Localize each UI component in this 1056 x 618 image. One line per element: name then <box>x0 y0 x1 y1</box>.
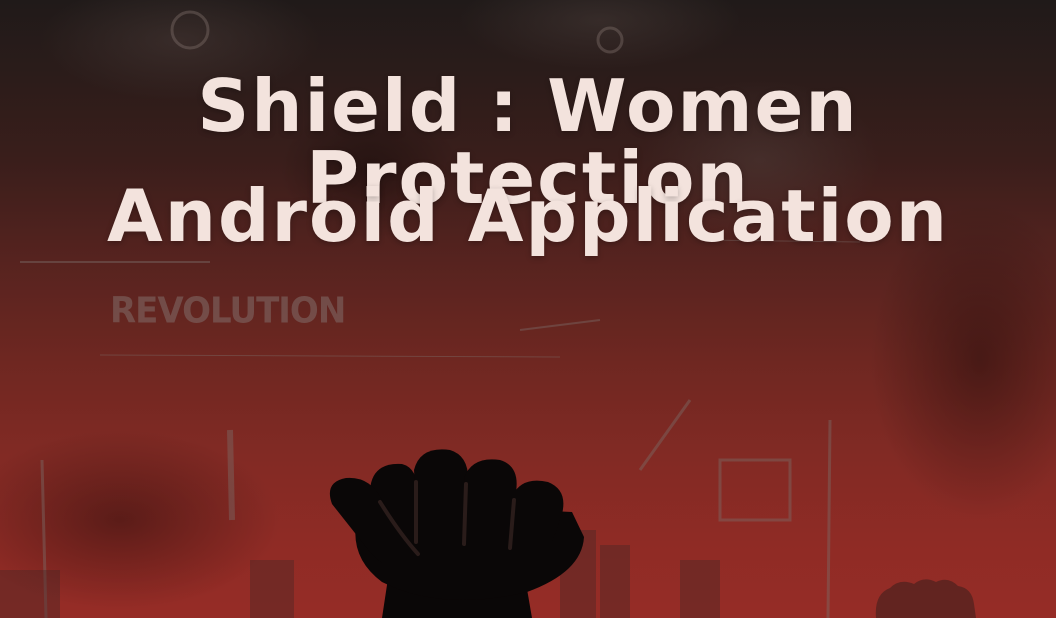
poster-background: REVOLUTION Shield : Women Protection And… <box>0 0 1056 618</box>
title-line-2: Android Application <box>106 174 950 258</box>
raised-fist-icon-secondary <box>875 579 976 618</box>
raised-fist-icon <box>329 449 584 618</box>
background-sign-text: REVOLUTION <box>110 290 346 332</box>
